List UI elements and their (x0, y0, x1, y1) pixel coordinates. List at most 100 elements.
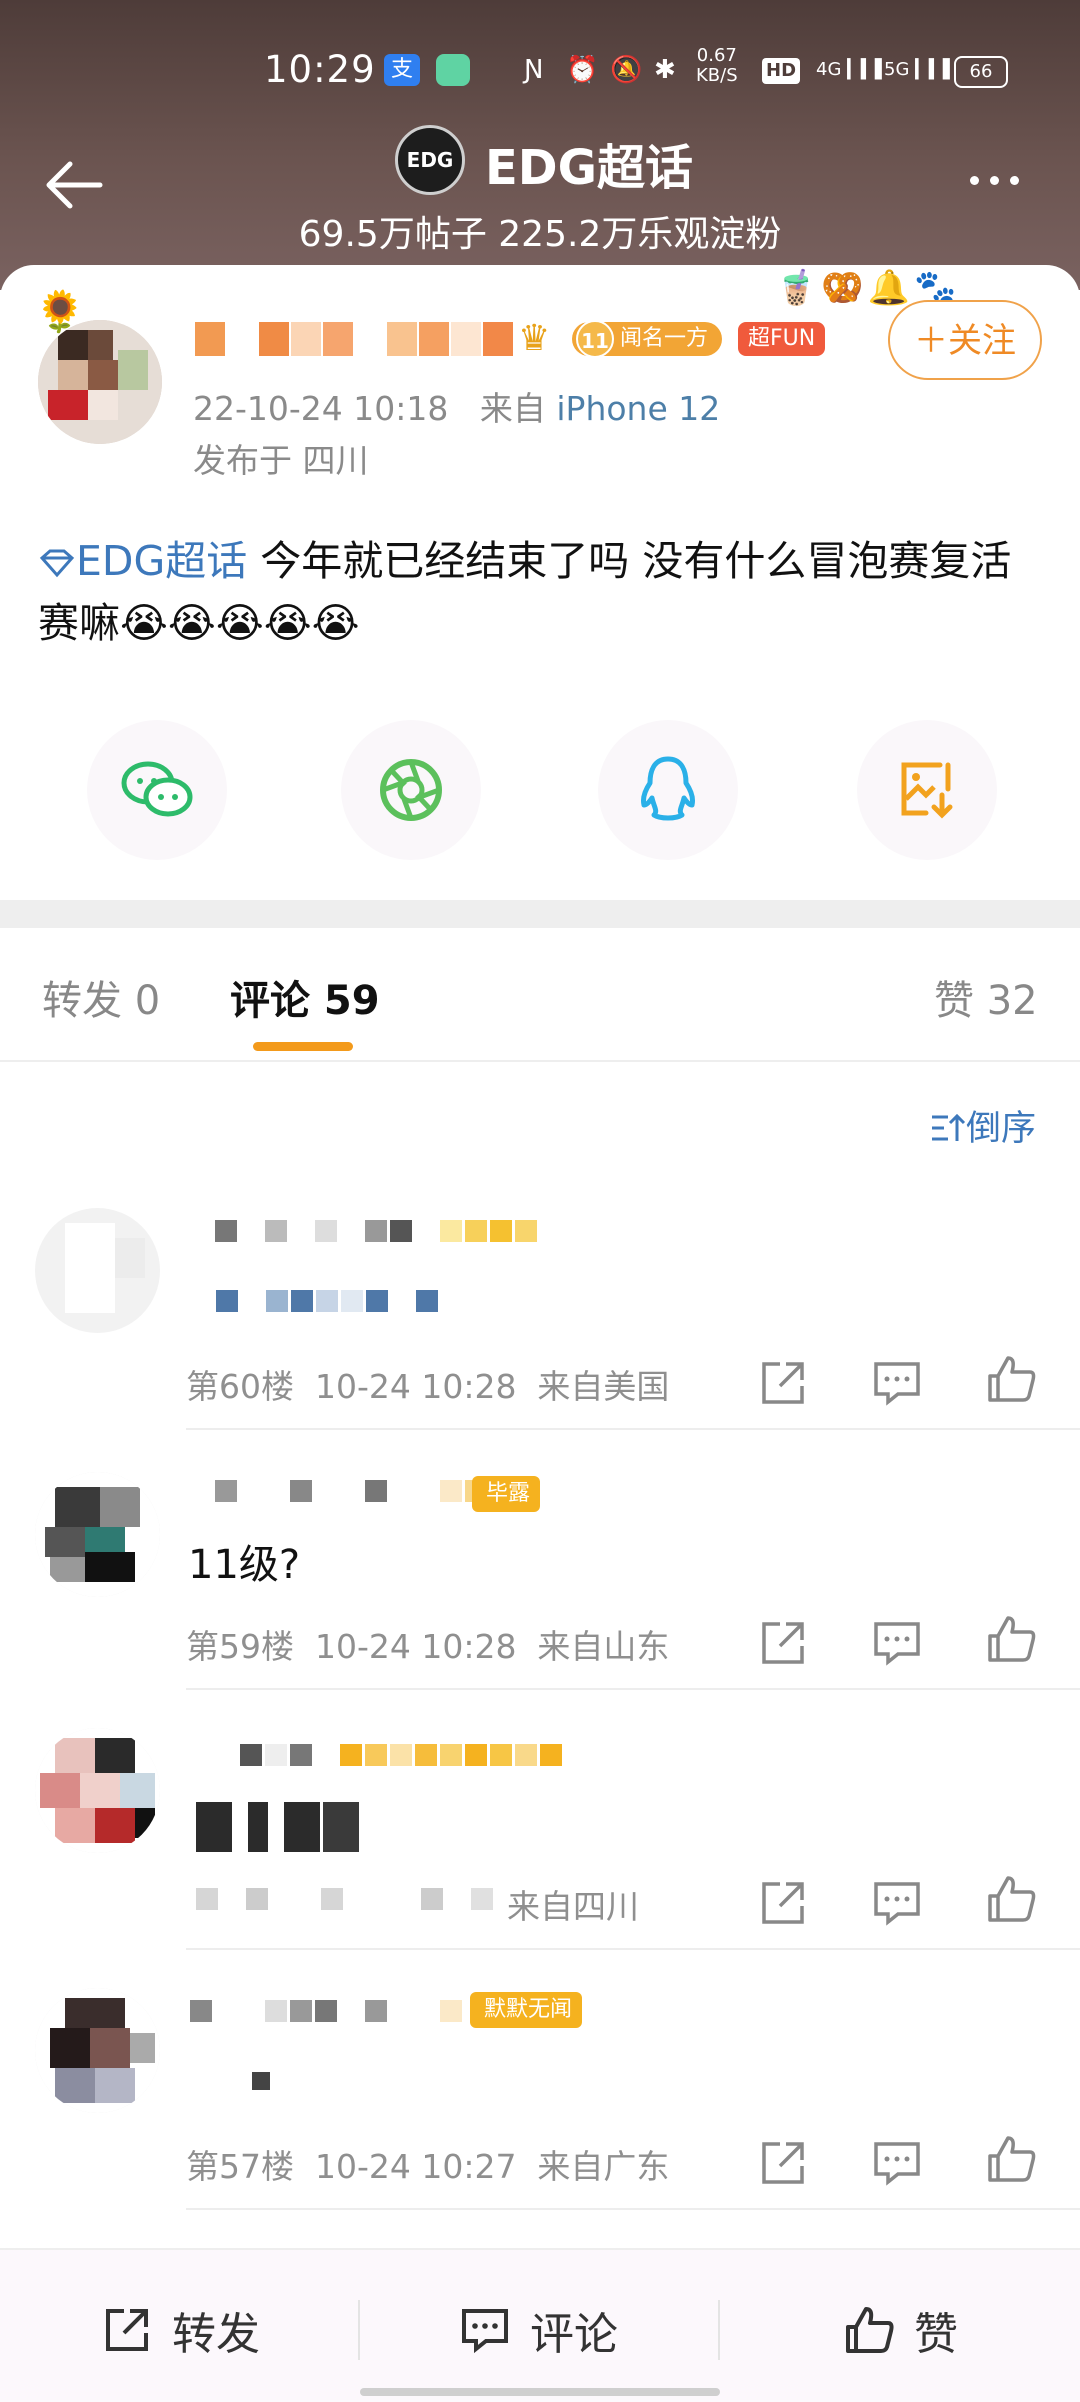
level-badge[interactable]: 11 闻名一方 (572, 320, 723, 358)
fan-level-badge: 毕露 (472, 1476, 541, 1512)
reply-icon[interactable] (870, 1356, 924, 1410)
bottom-like-button[interactable]: 赞 (842, 2300, 958, 2360)
more-options-icon[interactable] (970, 170, 1040, 200)
topic-tag-text: EDG超话 (76, 537, 248, 585)
avatar-pixelated (35, 1988, 160, 2113)
comment-meta-blurred (196, 1888, 493, 1924)
reply-icon[interactable] (870, 1876, 924, 1930)
like-icon[interactable] (984, 1352, 1038, 1406)
repost-icon (106, 2309, 148, 2351)
comment-username[interactable] (190, 1480, 487, 1516)
comment-username[interactable] (190, 1744, 562, 1780)
post-meta: 22-10-24 10:18 来自 iPhone 12 (193, 382, 720, 430)
topic-tag-link[interactable]: EDG超话 (38, 537, 247, 585)
app-icon (436, 54, 470, 86)
level-number: 11 (576, 320, 614, 358)
save-image-button[interactable] (857, 720, 997, 860)
post-emojis: 😭😭😭😭😭 (120, 599, 360, 647)
signal-5g-label: 5G (884, 59, 910, 80)
topic-stats: 69.5万帖子 225.2万乐观淀粉 (298, 214, 782, 255)
save-image-icon (901, 762, 953, 819)
post-device[interactable]: iPhone 12 (556, 389, 720, 428)
bottom-action-bar: 转发 评论 赞 (0, 2248, 1080, 2402)
comment-divider (186, 1948, 1080, 1950)
signal-4g-icon: 4G ▎▍▌ (816, 59, 889, 80)
comment-avatar[interactable] (35, 1728, 160, 1853)
like-icon[interactable] (984, 1612, 1038, 1666)
vip-crown-icon: ♛ (518, 318, 551, 359)
bottom-like-label: 赞 (914, 2309, 958, 2360)
battery-icon: 66 (954, 56, 1008, 88)
comment-username[interactable] (190, 2000, 462, 2036)
signal-5g-icon: 5G ▎▍▌ (884, 59, 957, 80)
repost-icon[interactable] (756, 1616, 810, 1670)
signal-4g-label: 4G (816, 59, 842, 80)
topic-header: 10:29 支 Ɲ ⏰ 🔕 ✱ 0.67 KB/S HD 4G ▎▍▌ 5G ▎▍… (0, 0, 1080, 290)
avatar-pixelated (65, 1223, 145, 1313)
follow-button[interactable]: ＋关注 (888, 300, 1042, 380)
comment-avatar[interactable] (35, 1472, 160, 1597)
avatar-pixelated (35, 1728, 160, 1853)
comment-avatar[interactable] (35, 1208, 160, 1333)
level-title: 闻名一方 (620, 326, 709, 351)
net-speed: 0.67 KB/S (696, 45, 738, 86)
share-qq-button[interactable] (598, 720, 738, 860)
share-moments-button[interactable] (341, 720, 481, 860)
post-time: 22-10-24 10:18 (193, 389, 449, 428)
reply-icon[interactable] (870, 1616, 924, 1670)
post-username[interactable] (195, 322, 513, 364)
net-speed-unit: KB/S (696, 65, 738, 86)
mute-icon: 🔕 (610, 55, 643, 85)
bottom-repost-button[interactable]: 转发 (100, 2300, 260, 2360)
comment-item: 第60楼 10-24 10:28 来自美国 (0, 1200, 1080, 1440)
moments-aperture-icon (380, 759, 442, 821)
comment-meta: 第57楼 10-24 10:27 来自广东 (186, 2147, 670, 2186)
nfc-icon: Ɲ (524, 55, 544, 85)
wechat-icon (121, 761, 193, 817)
sort-toggle[interactable]: 倒序 (930, 1100, 1036, 1151)
like-icon[interactable] (984, 2132, 1038, 2186)
comment-divider (186, 2208, 1080, 2210)
home-indicator[interactable] (360, 2388, 720, 2396)
net-speed-value: 0.67 (696, 45, 737, 66)
comment-item: 来自四川 (0, 1720, 1080, 1960)
tab-comment[interactable]: 评论 59 (230, 968, 380, 1026)
comment-divider (186, 1428, 1080, 1430)
tab-like[interactable]: 赞 32 (934, 968, 1038, 1026)
qq-penguin-icon (641, 756, 695, 821)
comment-icon (462, 2309, 508, 2354)
post-content: EDG超话 今年就已经结束了吗 没有什么冒泡赛复活赛嘛😭😭😭😭😭 (38, 530, 1048, 654)
alarm-icon: ⏰ (566, 55, 599, 85)
comment-text: 11级? (188, 1542, 301, 1588)
comment-meta: 来自四川 (486, 1887, 639, 1926)
repost-icon[interactable] (756, 1876, 810, 1930)
diamond-icon (39, 549, 75, 578)
comment-username[interactable] (190, 1220, 537, 1256)
topic-title: EDG超话 (485, 140, 694, 196)
status-time: 10:29 (264, 48, 376, 91)
comment-text-blurred (252, 2072, 270, 2108)
share-wechat-button[interactable] (87, 720, 227, 860)
hd-icon: HD (762, 58, 801, 84)
bottom-comment-button[interactable]: 评论 (458, 2300, 618, 2360)
avatar-pixelated (38, 320, 162, 444)
avatar[interactable] (38, 320, 162, 444)
bluetooth-icon: ✱ (654, 55, 676, 85)
comment-divider (186, 1688, 1080, 1690)
fun-badge: 超FUN (738, 322, 826, 356)
reply-icon[interactable] (870, 2136, 924, 2190)
avatar-pixelated (35, 1472, 160, 1597)
tab-repost[interactable]: 转发 0 (42, 968, 160, 1026)
comment-meta: 第59楼 10-24 10:28 来自山东 (186, 1627, 670, 1666)
like-icon[interactable] (984, 1872, 1038, 1926)
topic-logo: EDG (395, 125, 465, 195)
repost-icon[interactable] (756, 2136, 810, 2190)
repost-icon[interactable] (756, 1356, 810, 1410)
active-tab-indicator (253, 1042, 353, 1051)
status-bar: 10:29 支 Ɲ ⏰ 🔕 ✱ 0.67 KB/S HD 4G ▎▍▌ 5G ▎▍… (0, 40, 1080, 100)
like-icon (846, 2307, 894, 2353)
comment-item: 默默无闻 第57楼 10-24 10:27 来自广东 (0, 1980, 1080, 2220)
comment-avatar[interactable] (35, 1988, 160, 2113)
bottom-separator (718, 2300, 720, 2360)
comment-meta: 第60楼 10-24 10:28 来自美国 (186, 1367, 670, 1406)
